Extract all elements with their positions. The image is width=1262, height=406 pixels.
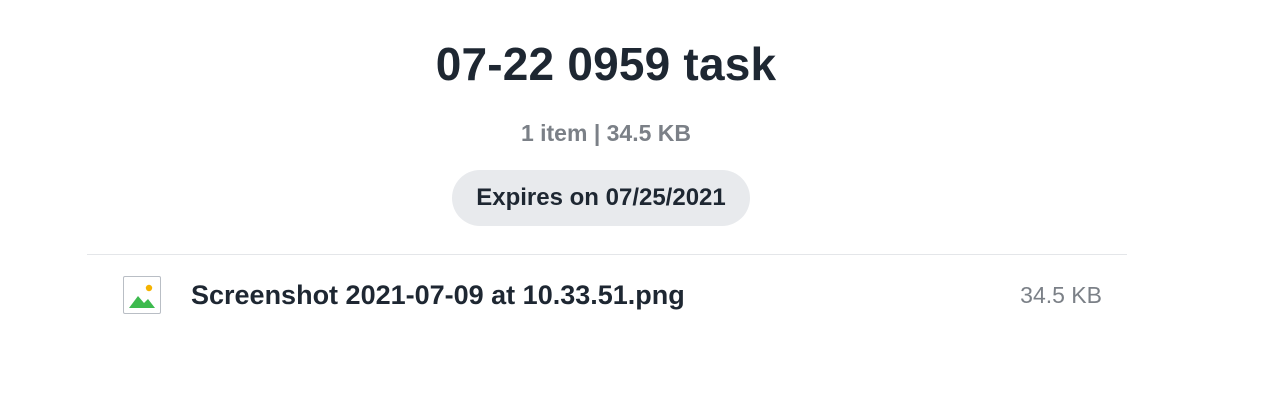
expiry-container: Expires on 07/25/2021 (0, 170, 1202, 226)
transfer-summary: 1 item | 34.5 KB (520, 120, 692, 146)
expiry-badge: Expires on 07/25/2021 (452, 170, 750, 226)
image-file-icon (123, 276, 161, 314)
file-list-item[interactable]: Screenshot 2021-07-09 at 10.33.51.png 34… (87, 255, 1127, 335)
file-size: 34.5 KB (1020, 282, 1102, 308)
image-thumbnail-icon (129, 284, 155, 308)
file-name[interactable]: Screenshot 2021-07-09 at 10.33.51.png (191, 277, 685, 313)
transfer-title: 07-22 0959 task (435, 38, 777, 90)
